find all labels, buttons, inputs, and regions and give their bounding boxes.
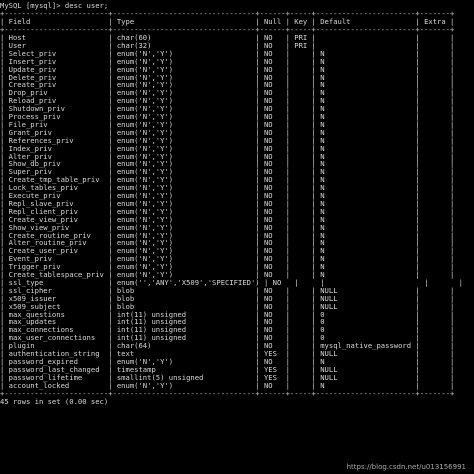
terminal-window[interactable]: MySQL [mysql]> desc user; +-------------… — [0, 0, 474, 474]
result-summary: 45 rows in set (0.00 sec) — [0, 396, 109, 406]
watermark: https://blog.csdn.net/u013156991 — [346, 463, 466, 471]
